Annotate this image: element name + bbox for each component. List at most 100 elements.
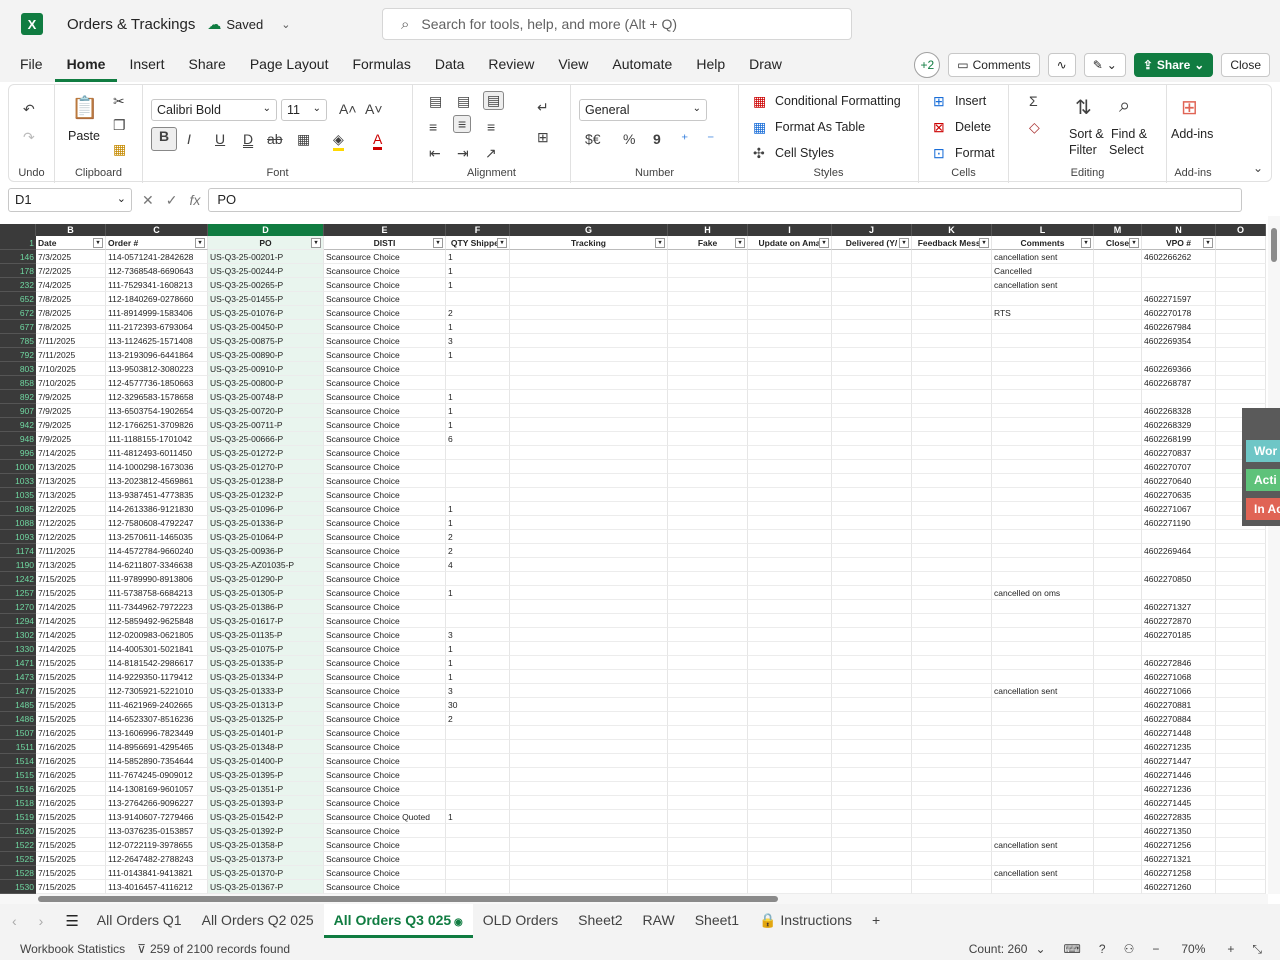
table-cell[interactable]: 7/10/2025 [36, 376, 106, 390]
table-cell[interactable]: Scansource Choice [324, 362, 446, 376]
table-cell[interactable]: Scansource Choice [324, 306, 446, 320]
table-cell[interactable]: Scansource Choice [324, 614, 446, 628]
row-header[interactable]: 1507 [0, 726, 36, 740]
table-cell[interactable]: US-Q3-25-01135-P [208, 628, 324, 642]
row-header[interactable]: 1088 [0, 516, 36, 530]
table-cell[interactable] [668, 726, 748, 740]
table-cell[interactable] [510, 502, 668, 516]
table-cell[interactable]: 7/15/2025 [36, 670, 106, 684]
table-cell[interactable] [912, 670, 992, 684]
table-cell[interactable]: 7/14/2025 [36, 446, 106, 460]
table-cell[interactable]: US-Q3-25-01075-P [208, 642, 324, 656]
table-cell[interactable]: 111-7344962-7972223 [106, 600, 208, 614]
table-cell[interactable]: 7/12/2025 [36, 530, 106, 544]
table-cell[interactable]: cancelled on oms [992, 586, 1094, 600]
table-cell[interactable]: Scansource Choice Quoted [324, 810, 446, 824]
table-cell[interactable]: Scansource Choice [324, 460, 446, 474]
table-cell[interactable]: 114-2613386-9121830 [106, 502, 208, 516]
table-cell[interactable] [510, 474, 668, 488]
table-cell[interactable] [1094, 768, 1142, 782]
table-cell[interactable]: 111-1188155-1701042 [106, 432, 208, 446]
menu-tab-page-layout[interactable]: Page Layout [238, 48, 341, 82]
table-cell[interactable]: Scansource Choice [324, 684, 446, 698]
table-cell[interactable]: 7/15/2025 [36, 586, 106, 600]
table-cell[interactable] [1216, 880, 1266, 894]
table-cell[interactable] [1142, 390, 1216, 404]
table-cell[interactable] [510, 796, 668, 810]
table-cell[interactable]: 1 [446, 404, 510, 418]
table-cell[interactable] [912, 726, 992, 740]
table-cell[interactable] [912, 446, 992, 460]
table-cell[interactable]: 7/15/2025 [36, 698, 106, 712]
table-cell[interactable] [832, 810, 912, 824]
table-cell[interactable] [832, 264, 912, 278]
table-cell[interactable]: 4602271067 [1142, 502, 1216, 516]
table-cell[interactable]: 4602270850 [1142, 572, 1216, 586]
table-cell[interactable] [832, 768, 912, 782]
strikethrough-button[interactable]: ab [267, 131, 283, 147]
table-cell[interactable] [668, 544, 748, 558]
table-cell[interactable] [668, 334, 748, 348]
table-cell[interactable] [832, 418, 912, 432]
table-cell[interactable] [912, 544, 992, 558]
table-cell[interactable]: 7/15/2025 [36, 880, 106, 894]
table-cell[interactable]: US-Q3-25-00875-P [208, 334, 324, 348]
table-cell[interactable] [832, 866, 912, 880]
table-cell[interactable] [992, 390, 1094, 404]
row-header-1[interactable]: 1 [0, 236, 36, 250]
zoom-level[interactable]: 70% [1181, 942, 1205, 956]
table-cell[interactable]: US-Q3-25-01333-P [208, 684, 324, 698]
table-cell[interactable] [510, 250, 668, 264]
table-cell[interactable] [1216, 614, 1266, 628]
table-cell[interactable]: 111-4812493-6011450 [106, 446, 208, 460]
table-cell[interactable]: 113-0376235-0153857 [106, 824, 208, 838]
table-cell[interactable]: 7/15/2025 [36, 572, 106, 586]
table-cell[interactable] [832, 376, 912, 390]
table-cell[interactable] [912, 306, 992, 320]
table-cell[interactable] [668, 642, 748, 656]
table-cell[interactable]: 7/11/2025 [36, 544, 106, 558]
table-cell[interactable] [912, 866, 992, 880]
table-cell[interactable]: 7/15/2025 [36, 866, 106, 880]
table-cell[interactable]: Scansource Choice [324, 502, 446, 516]
table-cell[interactable] [992, 460, 1094, 474]
menu-tab-draw[interactable]: Draw [737, 48, 794, 82]
sheet-tab[interactable]: OLD Orders [473, 904, 568, 938]
table-cell[interactable] [668, 390, 748, 404]
sheet-tab[interactable]: Sheet2 [568, 904, 632, 938]
table-cell[interactable] [912, 740, 992, 754]
filter-dropdown-icon[interactable]: ▾ [735, 238, 745, 248]
table-cell[interactable]: US-Q3-25-01232-P [208, 488, 324, 502]
table-cell[interactable]: 114-9229350-1179412 [106, 670, 208, 684]
table-cell[interactable] [1216, 782, 1266, 796]
table-cell[interactable]: 4602271066 [1142, 684, 1216, 698]
table-cell[interactable] [992, 502, 1094, 516]
table-cell[interactable] [668, 474, 748, 488]
table-cell[interactable] [510, 810, 668, 824]
align-bottom-icon[interactable]: ▤ [483, 91, 505, 110]
table-cell[interactable] [1142, 278, 1216, 292]
table-cell[interactable]: 7/16/2025 [36, 796, 106, 810]
table-cell[interactable] [912, 320, 992, 334]
table-cell[interactable]: Scansource Choice [324, 264, 446, 278]
table-cell[interactable] [510, 348, 668, 362]
row-header[interactable]: 1033 [0, 474, 36, 488]
table-cell[interactable] [446, 824, 510, 838]
table-cell[interactable]: cancellation sent [992, 278, 1094, 292]
share-button[interactable]: ⇪ Share ⌄ [1133, 53, 1214, 77]
table-cell[interactable] [1216, 698, 1266, 712]
table-cell[interactable]: Scansource Choice [324, 852, 446, 866]
table-cell[interactable]: 4602270185 [1142, 628, 1216, 642]
table-cell[interactable]: Scansource Choice [324, 572, 446, 586]
table-cell[interactable] [832, 796, 912, 810]
table-cell[interactable] [912, 264, 992, 278]
horizontal-scrollbar[interactable] [0, 894, 1268, 904]
formula-input[interactable]: PO [208, 188, 1243, 212]
table-cell[interactable] [1094, 404, 1142, 418]
table-cell[interactable] [1094, 852, 1142, 866]
percent-button[interactable]: % [623, 131, 635, 147]
filter-dropdown-icon[interactable]: ▾ [433, 238, 443, 248]
table-cell[interactable]: 1 [446, 586, 510, 600]
table-cell[interactable] [510, 726, 668, 740]
table-header-cell[interactable]: Order # ▾ [106, 236, 208, 250]
